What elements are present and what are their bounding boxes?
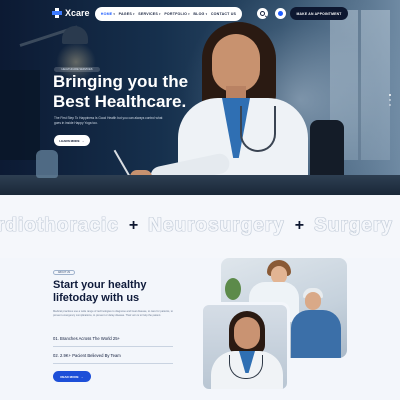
menu-item-services[interactable]: SERVICES ▾ [138,12,160,16]
make-appointment-button[interactable]: MAKE AN APPOINTMENT [290,7,348,20]
medical-cross-icon [52,8,62,18]
search-button[interactable] [257,8,268,19]
hero-bookshelf [0,70,40,160]
divider [53,346,173,347]
plus-icon: + [294,217,305,234]
top-navigation: Xcare HOME ▾ PAGES ▾ SERVICES ▾ PORTFOLIO ▾ … [0,0,400,30]
hero-vase [36,150,58,178]
about-eyebrow: ABOUT US [53,270,75,275]
doctor-portrait-photo [200,302,290,392]
hero-title: Bringing you the Best Healthcare. [53,72,189,111]
chevron-down-icon: ▾ [188,12,190,16]
chevron-down-icon: ▾ [113,12,116,16]
search-icon [260,11,265,16]
arrow-right-icon: → [81,138,85,143]
chevron-down-icon: ▾ [205,12,208,16]
marquee-word: rdiothoracic [0,215,119,236]
menu-item-blog[interactable]: BLOG ▾ [193,12,207,16]
about-section: ABOUT US Start your healthy lifetoday wi… [0,258,400,400]
read-more-button[interactable]: READ MORE → [53,371,91,382]
chevron-down-icon: ▾ [159,12,161,16]
about-title: Start your healthy lifetoday with us [53,279,147,304]
slider-dots [389,94,391,106]
plus-icon: + [128,217,139,234]
account-button[interactable] [275,8,286,19]
arrow-right-icon: → [80,374,84,379]
stat-branches: 01. Branches Across The World 25+ [53,336,120,341]
stat-patients: 02. 2.9K+ Pacient Believed By Team [53,353,121,358]
hero-description: The First Step To Happiness Is Good Heal… [54,116,163,125]
hero-section: Xcare HOME ▾ PAGES ▾ SERVICES ▾ PORTFOLIO ▾ … [0,0,400,195]
divider [53,363,173,364]
slider-dot[interactable] [389,99,391,101]
learn-more-button[interactable]: LEARN MORE → [54,135,90,146]
marquee-word: Surgery [314,215,393,236]
site-logo[interactable]: Xcare [52,8,90,18]
marquee-word: Neurosurgery [148,215,285,236]
slider-dot[interactable] [389,104,391,106]
about-description: Medical practices use a wide range of te… [53,310,173,317]
menu-item-pages[interactable]: PAGES ▾ [119,12,135,16]
logo-text: Xcare [65,8,90,18]
specialties-marquee: rdiothoracic + Neurosurgery + Surgery [0,196,400,258]
user-icon [278,11,283,16]
menu-item-contact[interactable]: CONTACT US [211,12,236,16]
menu-item-portfolio[interactable]: PORTFOLIO ▾ [164,12,189,16]
main-menu: HOME ▾ PAGES ▾ SERVICES ▾ PORTFOLIO ▾ BLOG ▾ … [95,7,242,21]
slider-dot[interactable] [389,94,391,96]
menu-item-home[interactable]: HOME ▾ [101,12,115,16]
chevron-down-icon: ▾ [133,12,135,16]
hero-desk [0,175,400,195]
